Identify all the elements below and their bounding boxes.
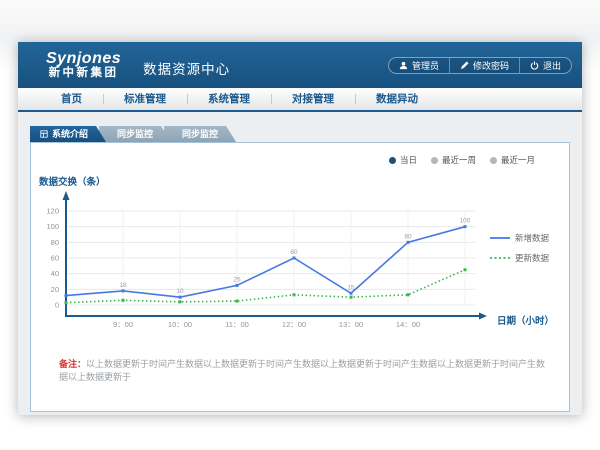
power-icon — [530, 61, 539, 70]
range-last-week-radio[interactable]: 最近一周 — [431, 154, 476, 166]
line-chart: 0 20 40 60 80 100 120 9：00 10：00 11：00 12：00 13：00 1… — [31, 143, 571, 355]
svg-text:25: 25 — [233, 276, 241, 283]
tab-label: 同步监控 — [109, 126, 153, 142]
svg-text:60: 60 — [51, 254, 59, 263]
svg-text:日期（小时）: 日期（小时） — [497, 315, 554, 327]
svg-text:13：00: 13：00 — [339, 320, 363, 329]
change-password-button[interactable]: 修改密码 — [449, 58, 519, 73]
time-range-filter: 当日 最近一周 最近一月 — [389, 154, 535, 166]
svg-text:10：00: 10：00 — [168, 320, 192, 329]
svg-text:18: 18 — [119, 282, 127, 289]
content-area: 系统介绍 同步监控 同步监控 当日 最近一周 — [18, 112, 582, 415]
user-menu-label: 退出 — [543, 59, 561, 72]
radio-dot-icon — [490, 157, 497, 164]
svg-text:15: 15 — [347, 284, 355, 291]
app-header: Synjones 新中新集团 数据资源中心 管理员 修改密码 退出 — [18, 42, 582, 88]
radio-dot-icon — [389, 157, 396, 164]
svg-text:14：00: 14：00 — [396, 320, 420, 329]
svg-text:80: 80 — [51, 238, 59, 247]
tab-label: 同步监控 — [174, 126, 218, 142]
svg-text:20: 20 — [51, 285, 59, 294]
user-menu-label: 修改密码 — [473, 59, 509, 72]
svg-text:0: 0 — [55, 301, 59, 310]
nav-item-data-changes[interactable]: 数据异动 — [355, 88, 439, 110]
window-bottom-strip — [30, 412, 570, 415]
svg-text:100: 100 — [460, 218, 471, 225]
svg-text:11：00: 11：00 — [225, 320, 249, 329]
user-icon — [399, 61, 408, 70]
range-last-month-radio[interactable]: 最近一月 — [490, 154, 535, 166]
user-menu-label: 管理员 — [412, 59, 439, 72]
chart-panel: 当日 最近一周 最近一月 0 20 40 60 80 100 120 9：00 10：00 11：… — [30, 142, 570, 412]
tab-label: 系统介绍 — [52, 126, 88, 142]
svg-text:60: 60 — [290, 249, 298, 256]
user-menu: 管理员 修改密码 退出 — [388, 57, 572, 74]
grid-icon — [40, 130, 48, 138]
tab-sync-monitor-1[interactable]: 同步监控 — [99, 126, 171, 142]
svg-text:更新数据: 更新数据 — [515, 253, 550, 263]
company-logo: Synjones 新中新集团 — [46, 51, 121, 80]
radio-dot-icon — [431, 157, 438, 164]
svg-text:数据交换（条）: 数据交换（条） — [38, 176, 106, 188]
svg-text:9：00: 9：00 — [113, 320, 133, 329]
svg-text:120: 120 — [46, 207, 59, 216]
range-today-radio[interactable]: 当日 — [389, 154, 417, 166]
note-text: 以上数据更新于时间产生数据以上数据更新于时间产生数据以上数据更新于时间产生数据以… — [59, 359, 545, 382]
admin-user-button[interactable]: 管理员 — [389, 58, 449, 73]
nav-item-standards[interactable]: 标准管理 — [103, 88, 187, 110]
logout-button[interactable]: 退出 — [519, 58, 571, 73]
svg-text:80: 80 — [404, 233, 412, 240]
edit-icon — [460, 61, 469, 70]
range-label: 最近一月 — [501, 154, 535, 166]
main-nav: 首页 标准管理 系统管理 对接管理 数据异动 — [18, 88, 582, 112]
app-window: Synjones 新中新集团 数据资源中心 管理员 修改密码 退出 首页 标准管… — [18, 42, 582, 415]
svg-text:10: 10 — [176, 288, 184, 295]
tab-sync-monitor-2[interactable]: 同步监控 — [164, 126, 236, 142]
nav-item-system[interactable]: 系统管理 — [187, 88, 271, 110]
note-prefix: 备注： — [59, 359, 86, 369]
logo-subtext: 新中新集团 — [46, 67, 121, 79]
range-label: 最近一周 — [442, 154, 476, 166]
svg-text:新增数据: 新增数据 — [515, 233, 550, 243]
nav-item-home[interactable]: 首页 — [40, 88, 103, 110]
range-label: 当日 — [400, 154, 417, 166]
footer-note: 备注：以上数据更新于时间产生数据以上数据更新于时间产生数据以上数据更新于时间产生… — [59, 358, 553, 383]
svg-text:40: 40 — [51, 269, 59, 278]
svg-text:12：00: 12：00 — [282, 320, 306, 329]
tab-bar: 系统介绍 同步监控 同步监控 — [30, 126, 570, 142]
page-title: 数据资源中心 — [143, 58, 230, 78]
nav-item-integration[interactable]: 对接管理 — [271, 88, 355, 110]
logo-text: Synjones — [46, 51, 121, 68]
tab-system-intro[interactable]: 系统介绍 — [30, 126, 106, 142]
svg-text:100: 100 — [46, 222, 59, 231]
